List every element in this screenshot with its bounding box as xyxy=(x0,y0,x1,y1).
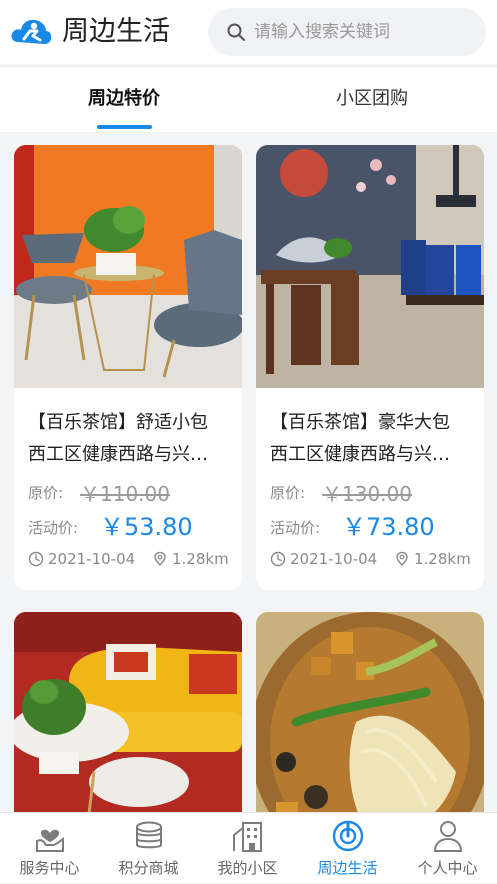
nav-label: 我的小区 xyxy=(217,859,278,877)
nav-label: 服务中心 xyxy=(19,859,80,877)
category-tabs: 周边特价 小区团购 xyxy=(0,66,497,132)
clock-icon xyxy=(28,551,44,567)
tab-community-group-buy[interactable]: 小区团购 xyxy=(336,87,408,111)
nav-my-community[interactable]: 我的小区 xyxy=(198,813,297,884)
product-title: 【百乐茶馆】豪华大包 xyxy=(270,412,450,433)
clock-icon xyxy=(270,551,286,567)
original-price: ￥130.00 xyxy=(322,482,412,506)
activity-price: ￥53.80 xyxy=(100,513,193,541)
product-image xyxy=(14,145,242,388)
activity-date: 2021-10-04 xyxy=(290,550,378,568)
search-placeholder: 请输入搜索关键词 xyxy=(254,22,390,42)
tab-nearby-specials[interactable]: 周边特价 xyxy=(88,87,160,111)
search-icon xyxy=(227,23,245,41)
product-address: 西工区健康西路与兴… xyxy=(28,444,208,465)
product-title: 【百乐茶馆】舒适小包 xyxy=(28,412,208,433)
distance: 1.28km xyxy=(414,550,471,568)
location-pin-icon xyxy=(396,551,408,566)
nav-points-mall[interactable]: 积分商城 xyxy=(99,813,198,884)
heart-hand-icon xyxy=(36,829,64,852)
distance: 1.28km xyxy=(172,550,229,568)
nav-label: 周边生活 xyxy=(317,859,378,877)
page-title: 周边生活 xyxy=(62,16,170,47)
activity-price-label: 活动价: xyxy=(28,519,79,537)
original-price: ￥110.00 xyxy=(80,482,170,506)
people-logo-icon xyxy=(11,19,52,44)
nav-label: 积分商城 xyxy=(118,859,179,877)
activity-price-label: 活动价: xyxy=(270,519,321,537)
product-card[interactable]: 【百乐茶馆】舒适小包 西工区健康西路与兴… 原价: ￥110.00 活动价: ￥… xyxy=(14,145,242,590)
search-input[interactable]: 请输入搜索关键词 xyxy=(208,8,486,56)
product-image xyxy=(256,145,484,388)
activity-price: ￥73.80 xyxy=(342,513,435,541)
active-tab-indicator xyxy=(97,125,152,129)
nav-nearby-life[interactable]: 周边生活 xyxy=(298,813,397,884)
location-target-icon xyxy=(332,820,364,852)
nav-label: 个人中心 xyxy=(417,859,478,877)
product-address: 西工区健康西路与兴… xyxy=(270,444,450,465)
location-pin-icon xyxy=(154,551,166,566)
original-price-label: 原价: xyxy=(28,484,64,502)
app-header: 周边生活 请输入搜索关键词 xyxy=(0,0,497,64)
coin-stack-icon xyxy=(136,821,162,849)
nav-service-center[interactable]: 服务中心 xyxy=(0,813,99,884)
product-card[interactable]: 【百乐茶馆】豪华大包 西工区健康西路与兴… 原价: ￥130.00 活动价: ￥… xyxy=(256,145,484,590)
person-icon xyxy=(433,821,463,852)
activity-date: 2021-10-04 xyxy=(48,550,136,568)
bottom-navigation: 服务中心 积分商城 我的小区 周边生活 个人中心 xyxy=(0,812,497,883)
building-icon xyxy=(233,822,262,852)
original-price-label: 原价: xyxy=(270,484,306,502)
nav-personal-center[interactable]: 个人中心 xyxy=(398,813,497,884)
